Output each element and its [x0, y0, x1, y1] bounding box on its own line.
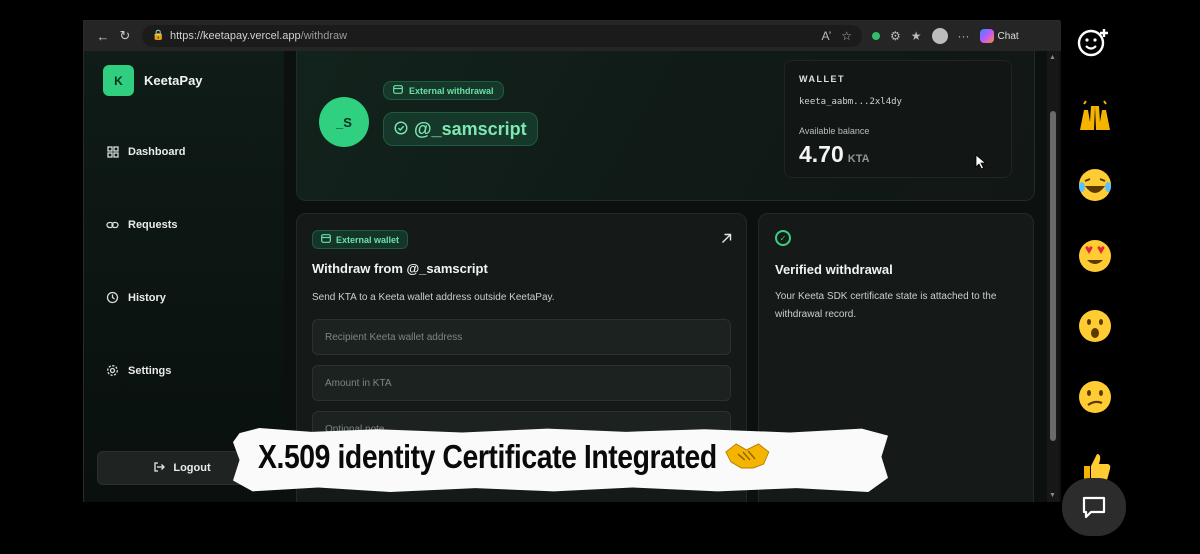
sidebar-item-requests[interactable]: Requests	[106, 218, 178, 231]
chat-bubble-button[interactable]	[1062, 478, 1126, 536]
scrollbar-thumb[interactable]	[1050, 111, 1056, 441]
page-scrollbar[interactable]: ▲ ▼	[1047, 51, 1059, 502]
brand-name: KeetaPay	[144, 73, 203, 88]
wallet-title: WALLET	[799, 74, 845, 84]
external-withdrawal-badge: External withdrawal	[383, 81, 504, 100]
sidebar-item-history[interactable]: History	[106, 291, 166, 304]
handshake-icon	[725, 443, 770, 469]
browser-toolbar: ← ↻ 🔒 https://keetapay.vercel.app/withdr…	[84, 21, 1061, 51]
chat-button[interactable]: Chat	[979, 29, 1019, 43]
wallet-icon	[321, 234, 331, 245]
heart-eyes-emoji-icon[interactable]	[1072, 233, 1118, 279]
extension-status-icon[interactable]	[872, 32, 880, 40]
read-aloud-icon[interactable]: A’	[821, 29, 831, 43]
wallet-icon	[393, 85, 403, 96]
balance-unit: KTA	[847, 153, 870, 165]
logout-label: Logout	[173, 462, 211, 474]
gear-icon	[106, 364, 119, 377]
url-host: https://keetapay.vercel.app	[170, 30, 301, 42]
address-bar[interactable]: 🔒 https://keetapay.vercel.app/withdraw A…	[142, 25, 862, 47]
raising-hands-emoji-icon[interactable]	[1072, 96, 1118, 142]
chat-label: Chat	[997, 30, 1019, 42]
scroll-down-icon[interactable]: ▼	[1049, 492, 1056, 499]
wallet-card: WALLET keeta_aabm...2xl4dy Available bal…	[784, 60, 1012, 178]
external-link-arrow-icon[interactable]	[721, 232, 732, 247]
scroll-up-icon[interactable]: ▲	[1049, 54, 1056, 61]
external-wallet-tag: External wallet	[312, 230, 409, 249]
avatar: _S	[319, 97, 369, 147]
grid-icon	[106, 145, 119, 158]
back-arrow-icon[interactable]: ←	[92, 25, 114, 47]
link-icon	[106, 218, 119, 231]
amount-input[interactable]: Amount in KTA	[312, 365, 731, 401]
brand[interactable]: K KeetaPay	[103, 65, 203, 96]
caption-text: X.509 identity Certificate Integrated	[258, 438, 771, 476]
add-reaction-icon[interactable]	[1075, 25, 1111, 61]
lock-icon: 🔒	[152, 30, 165, 41]
withdraw-title: Withdraw from @_samscript	[312, 261, 488, 276]
url-path: /withdraw	[300, 30, 348, 42]
profile-avatar-icon[interactable]	[931, 28, 948, 44]
profile-hero: _S External withdrawal @_samscript WALLE…	[296, 51, 1035, 201]
verified-check-icon	[394, 119, 408, 140]
sidebar-item-settings[interactable]: Settings	[106, 364, 171, 377]
balance-value: 4.70 KTA	[799, 141, 870, 168]
sidebar-item-label: Settings	[128, 364, 172, 377]
extensions-puzzle-icon[interactable]: ⚙	[890, 29, 901, 43]
verified-title: Verified withdrawal	[775, 262, 893, 277]
sidebar-item-label: History	[128, 291, 166, 304]
handle-badge: @_samscript	[383, 112, 538, 146]
sidebar-item-dashboard[interactable]: Dashboard	[106, 145, 185, 158]
laughing-emoji-icon[interactable]	[1072, 162, 1118, 208]
brand-logo: K	[103, 65, 134, 96]
balance-amount: 4.70	[799, 141, 844, 167]
chat-bubble-icon	[1082, 496, 1106, 519]
recipient-address-input[interactable]: Recipient Keeta wallet address	[312, 319, 731, 355]
more-menu-icon[interactable]: ···	[958, 29, 970, 43]
mouse-pointer-icon	[975, 154, 987, 170]
handle-text: @_samscript	[414, 118, 527, 139]
surprised-emoji-icon[interactable]	[1072, 303, 1118, 349]
badge-label: External withdrawal	[409, 85, 494, 96]
copilot-icon	[979, 29, 994, 43]
logout-icon	[153, 461, 166, 476]
reload-icon[interactable]: ↻	[114, 25, 136, 47]
confused-emoji-icon[interactable]	[1072, 374, 1118, 420]
favorite-star-icon[interactable]: ☆	[841, 29, 852, 43]
history-icon	[106, 291, 119, 304]
verified-description: Your Keeta SDK certificate state is atta…	[775, 291, 997, 320]
favorites-icon[interactable]: ★	[911, 29, 922, 43]
tag-label: External wallet	[336, 234, 400, 245]
check-circle-icon: ✓	[775, 230, 791, 246]
sidebar-item-label: Dashboard	[128, 145, 186, 158]
sidebar-item-label: Requests	[128, 218, 178, 231]
wallet-address[interactable]: keeta_aabm...2xl4dy	[799, 97, 902, 107]
withdraw-description: Send KTA to a Keeta wallet address outsi…	[312, 292, 555, 303]
balance-label: Available balance	[799, 126, 870, 136]
